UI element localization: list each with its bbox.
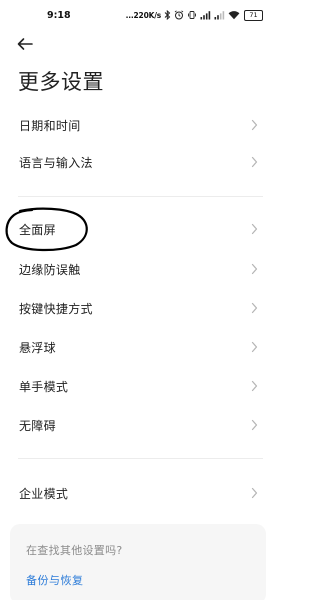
settings-item-label: 无障碍	[19, 418, 56, 433]
backup-restore-link[interactable]: 备份与恢复	[26, 572, 84, 588]
wifi-icon	[228, 9, 240, 21]
section-divider	[18, 196, 263, 197]
settings-item-label: 全面屏	[19, 222, 56, 237]
settings-item-language-input[interactable]: 语言与输入法	[0, 147, 277, 177]
settings-item-label: 语言与输入法	[19, 155, 93, 170]
settings-item-enterprise-mode[interactable]: 企业模式	[0, 478, 277, 508]
settings-item-floating-ball[interactable]: 悬浮球	[0, 332, 277, 362]
status-bar: 9:18 ...220K/s 71	[0, 0, 277, 32]
signal-icon	[214, 9, 225, 21]
settings-item-label: 日期和时间	[19, 118, 81, 133]
settings-item-label: 悬浮球	[19, 340, 56, 355]
signal-icon	[200, 9, 211, 21]
settings-item-accessibility[interactable]: 无障碍	[0, 410, 277, 440]
settings-item-label: 按键快捷方式	[19, 301, 93, 316]
section-divider	[18, 458, 263, 459]
chevron-right-icon	[251, 380, 259, 392]
card-question: 在查找其他设置吗?	[26, 544, 123, 557]
vibrate-icon	[187, 9, 197, 21]
chevron-right-icon	[251, 341, 259, 353]
more-settings-card: 在查找其他设置吗? 备份与恢复	[10, 524, 266, 600]
arrow-left-icon	[17, 38, 33, 50]
status-time: 9:18	[47, 10, 71, 21]
settings-item-label: 企业模式	[19, 486, 69, 501]
status-icons: ...220K/s 71	[126, 9, 263, 21]
back-button[interactable]	[16, 34, 40, 54]
alarm-icon	[174, 9, 184, 21]
page-title: 更多设置	[18, 70, 104, 94]
chevron-right-icon	[251, 487, 259, 499]
settings-item-one-handed-mode[interactable]: 单手模式	[0, 371, 277, 401]
settings-item-full-screen[interactable]: 全面屏	[0, 214, 277, 244]
chevron-right-icon	[251, 156, 259, 168]
settings-item-date-time[interactable]: 日期和时间	[0, 110, 277, 140]
more-settings-screen: 9:18 ...220K/s 71 更多设置 日期和时间 语言与输入法 全面屏 …	[0, 0, 277, 600]
settings-item-button-shortcuts[interactable]: 按键快捷方式	[0, 293, 277, 323]
bluetooth-icon	[164, 9, 171, 21]
network-speed: ...220K/s	[125, 10, 162, 20]
settings-item-edge-touch[interactable]: 边缘防误触	[0, 254, 277, 284]
settings-item-label: 单手模式	[19, 379, 69, 394]
chevron-right-icon	[251, 419, 259, 431]
settings-item-label: 边缘防误触	[19, 262, 81, 277]
chevron-right-icon	[251, 119, 259, 131]
chevron-right-icon	[251, 263, 259, 275]
chevron-right-icon	[251, 302, 259, 314]
battery-icon: 71	[244, 9, 263, 21]
chevron-right-icon	[251, 223, 259, 235]
